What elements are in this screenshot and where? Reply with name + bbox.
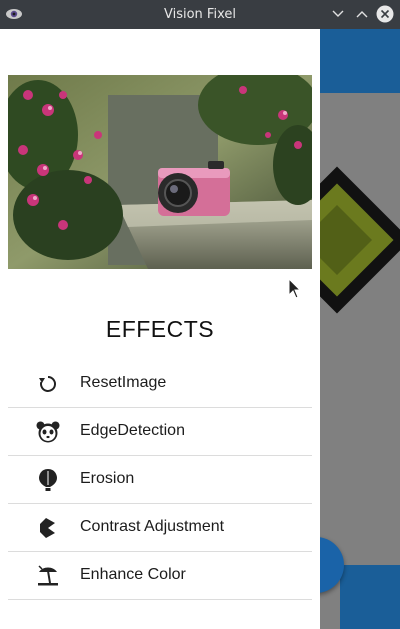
effects-drawer: EFFECTS ResetImage EdgeDetection Erosion… (0, 29, 320, 629)
menu-item-edge-detection[interactable]: EdgeDetection (8, 408, 312, 456)
balloon-icon (36, 468, 60, 492)
minimize-button[interactable] (329, 5, 347, 23)
menu-item-label: Contrast Adjustment (80, 518, 225, 535)
beach-umbrella-icon (36, 564, 60, 588)
contrast-shape-icon (36, 516, 60, 540)
menu-item-label: Erosion (80, 470, 135, 487)
reset-icon (36, 372, 60, 396)
header-photo (8, 75, 312, 269)
chevron-up-icon (356, 10, 368, 18)
effects-menu: ResetImage EdgeDetection Erosion Contras… (8, 360, 312, 600)
close-button[interactable] (376, 5, 394, 23)
menu-item-erosion[interactable]: Erosion (8, 456, 312, 504)
chevron-down-icon (332, 10, 344, 18)
mouse-cursor-icon (288, 277, 302, 300)
menu-item-contrast-adjustment[interactable]: Contrast Adjustment (8, 504, 312, 552)
drawer-heading: EFFECTS (105, 316, 215, 342)
menu-item-label: ResetImage (80, 374, 167, 391)
app-bottom-bar (340, 565, 400, 629)
close-icon (376, 5, 394, 23)
menu-item-reset-image[interactable]: ResetImage (8, 360, 312, 408)
menu-item-label: Enhance Color (80, 566, 186, 583)
window-titlebar: Vision Fixel (0, 0, 400, 29)
panda-icon (36, 420, 60, 444)
maximize-button[interactable] (353, 5, 371, 23)
menu-item-label: EdgeDetection (80, 422, 185, 439)
menu-item-enhance-color[interactable]: Enhance Color (8, 552, 312, 600)
